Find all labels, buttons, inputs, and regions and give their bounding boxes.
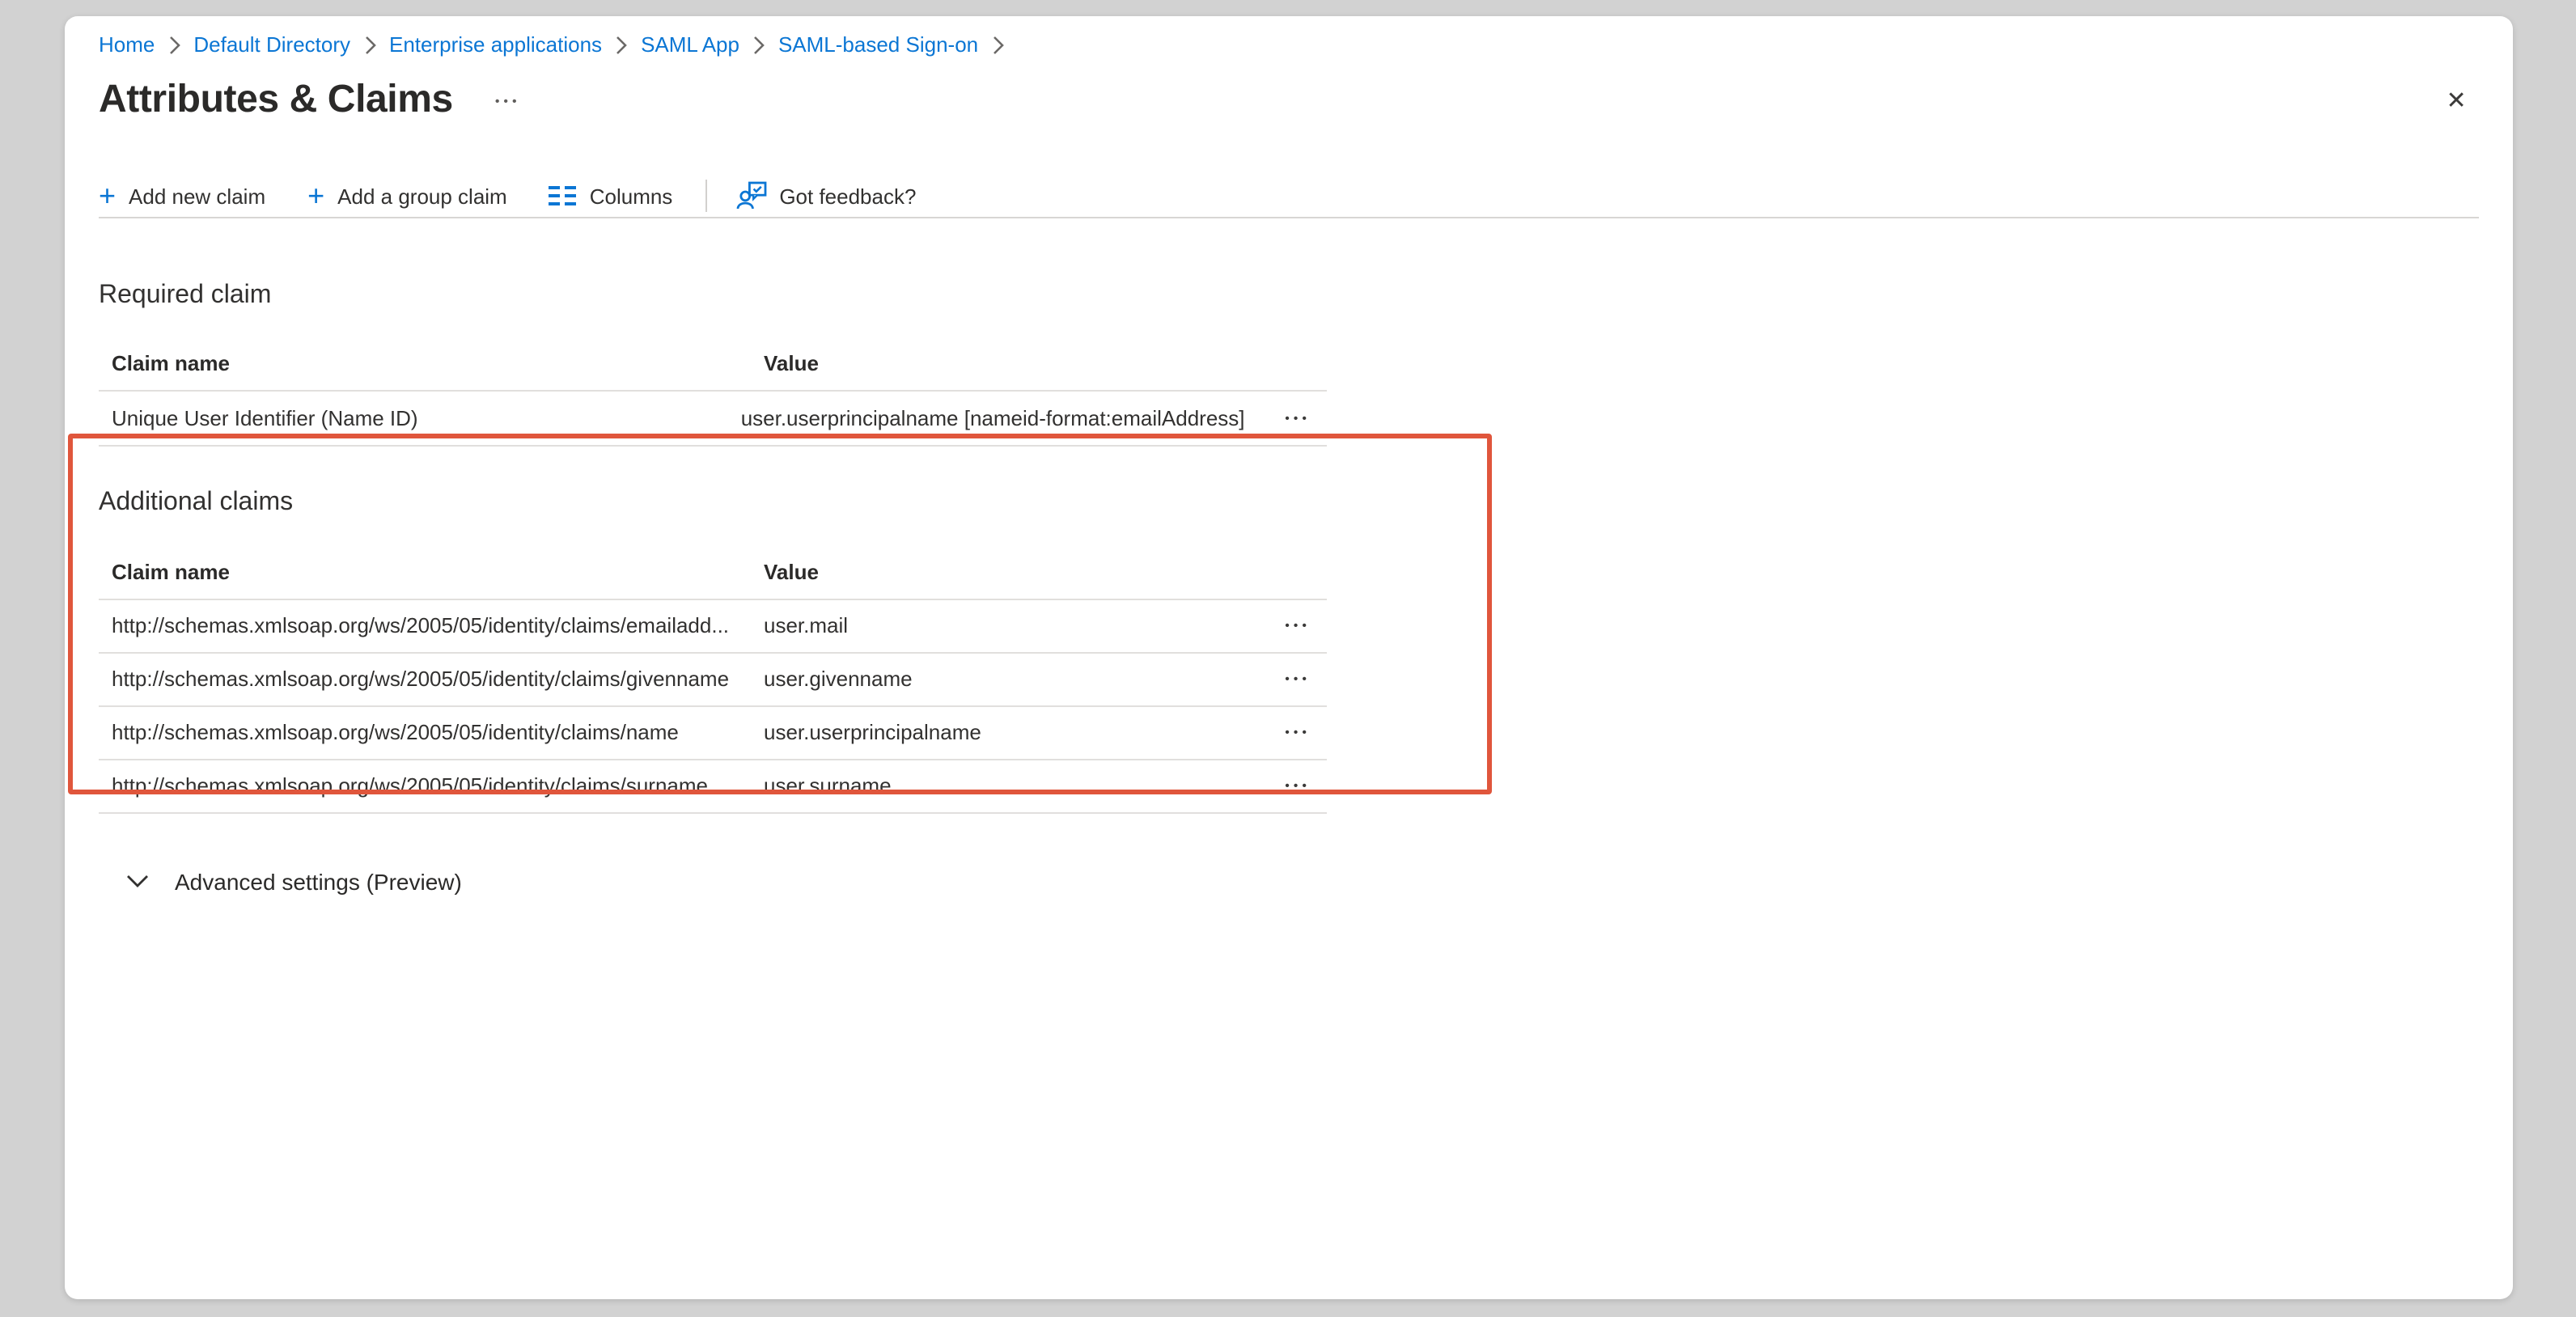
breadcrumb-link[interactable]: SAML-based Sign-on [778,31,978,58]
required-claims-table: Claim nameValue Unique User Identifier (… [99,334,1327,447]
breadcrumb-link[interactable]: Default Directory [193,31,350,58]
claim-value-cell: user.userprincipalname [nameid-format:em… [741,407,1245,431]
claim-value-cell: user.surname [764,773,1243,798]
table-row[interactable]: Unique User Identifier (Name ID) user.us… [99,392,1327,447]
chevron-right-icon [167,35,180,54]
claim-value-cell: user.mail [764,613,1243,637]
chevron-down-icon [126,874,149,888]
more-options-icon[interactable]: ••• [489,90,527,111]
claim-name-cell[interactable]: http://schemas.xmlsoap.org/ws/2005/05/id… [99,613,764,637]
toolbar-divider [705,180,706,212]
row-context-menu-icon[interactable]: ••• [1245,410,1327,428]
table-header-row: Claim nameValue [99,334,1327,392]
close-icon[interactable]: ✕ [2438,83,2474,118]
claim-name-cell[interactable]: http://schemas.xmlsoap.org/ws/2005/05/id… [99,667,764,691]
add-new-claim-label: Add new claim [129,184,265,208]
page: Home Default Directory Enterprise applicat… [0,0,2576,1317]
columns-label: Columns [590,184,673,208]
value-column-header: Value [764,559,1327,583]
claim-value-cell: user.givenname [764,667,1243,691]
table-row[interactable]: http://schemas.xmlsoap.org/ws/2005/05/id… [99,706,1327,760]
additional-claims-table: Claim nameValue http://schemas.xmlsoap.o… [99,541,1327,813]
chevron-right-icon [615,35,628,54]
got-feedback-label: Got feedback? [779,184,916,208]
got-feedback-button[interactable]: Got feedback? [735,181,916,210]
breadcrumb-link[interactable]: Home [99,31,155,58]
advanced-settings-label: Advanced settings (Preview) [175,868,462,894]
columns-button[interactable]: Columns [549,184,673,208]
breadcrumb-link[interactable]: SAML App [641,31,739,58]
breadcrumb: Home Default Directory Enterprise applicat… [99,16,2479,58]
add-group-claim-label: Add a group claim [337,184,507,208]
breadcrumb-link[interactable]: Enterprise applications [389,31,602,58]
feedback-icon [735,181,766,210]
page-title: Attributes & Claims [99,74,453,126]
claim-value-cell: user.userprincipalname [764,720,1243,744]
table-row[interactable]: http://schemas.xmlsoap.org/ws/2005/05/id… [99,599,1327,653]
table-header-row: Claim nameValue [99,541,1327,599]
row-context-menu-icon[interactable]: ••• [1243,670,1327,688]
chevron-right-icon [363,35,376,54]
add-group-claim-button[interactable]: + Add a group claim [307,181,507,210]
chevron-right-icon [991,35,1004,54]
required-claim-heading: Required claim [99,278,2479,312]
table-row[interactable]: http://schemas.xmlsoap.org/ws/2005/05/id… [99,760,1327,813]
chevron-right-icon [752,35,765,54]
claim-name-column-header: Claim name [99,352,764,376]
blade-panel: Home Default Directory Enterprise applicat… [65,16,2513,1299]
advanced-settings-toggle[interactable]: Advanced settings (Preview) [126,865,462,897]
command-bar: + Add new claim + Add a group claim [99,178,2479,218]
add-new-claim-button[interactable]: + Add new claim [99,181,265,210]
row-context-menu-icon[interactable]: ••• [1243,616,1327,634]
row-context-menu-icon[interactable]: ••• [1243,777,1327,794]
claim-name-column-header: Claim name [99,559,764,583]
plus-icon: + [99,181,116,210]
claim-name-cell[interactable]: http://schemas.xmlsoap.org/ws/2005/05/id… [99,720,764,744]
plus-icon: + [307,181,324,210]
columns-icon [549,184,577,207]
claim-name-cell[interactable]: http://schemas.xmlsoap.org/ws/2005/05/id… [99,773,764,798]
claim-name-cell[interactable]: Unique User Identifier (Name ID) [99,407,741,431]
row-context-menu-icon[interactable]: ••• [1243,723,1327,741]
table-row[interactable]: http://schemas.xmlsoap.org/ws/2005/05/id… [99,653,1327,706]
additional-claims-heading: Additional claims [99,486,2479,520]
value-column-header: Value [764,352,1327,376]
